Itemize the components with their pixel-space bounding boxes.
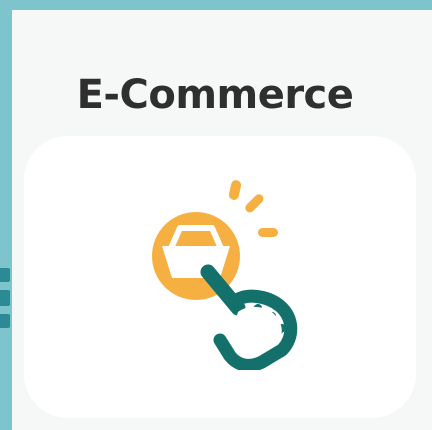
background-left-marks xyxy=(0,268,12,338)
category-title: E-Commerce xyxy=(76,72,354,118)
background-left-bar xyxy=(0,0,12,430)
category-icon-tile[interactable] xyxy=(24,136,416,418)
screen: E-Commerce xyxy=(0,0,432,430)
tap-shopping-basket-icon xyxy=(134,180,304,372)
category-card[interactable]: E-Commerce xyxy=(12,10,432,430)
